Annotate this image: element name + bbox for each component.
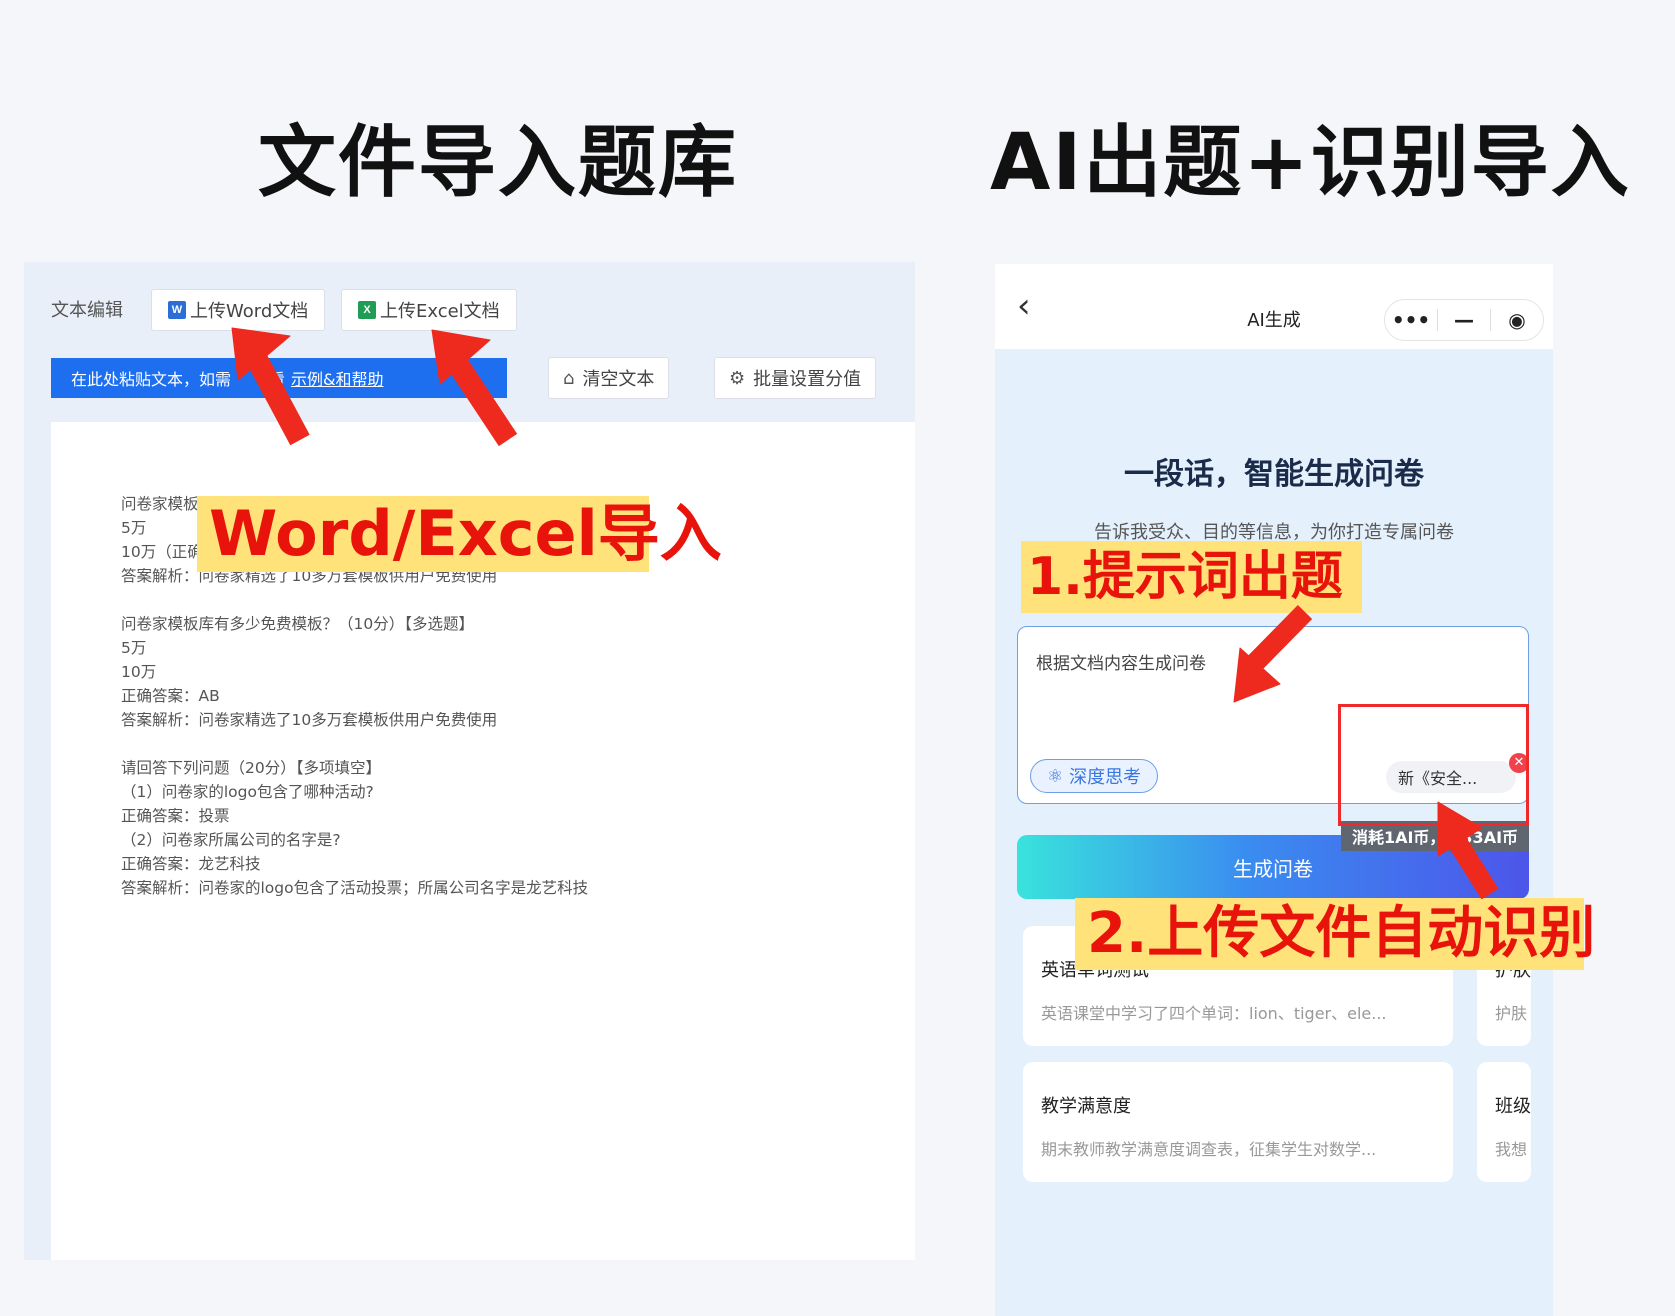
heading-file-import: 文件导入题库 xyxy=(258,118,739,208)
deep-think-label: 深度思考 xyxy=(1069,767,1142,788)
editor-line: 答案解析：问卷家的logo包含了活动投票；所属公司名字是龙艺科技 xyxy=(121,879,589,897)
text-import-panel: 文本编辑 W 上传Word文档 X 上传Excel文档 在此处粘贴文本，如需 看… xyxy=(24,262,915,1260)
close-target-icon[interactable]: ◉ xyxy=(1491,308,1543,332)
editor-line: 正确答案：投票 xyxy=(121,807,230,825)
prompt-generate-callout: 1.提示词出题 xyxy=(1021,541,1362,613)
paste-hint-prefix: 在此处粘贴文本，如需 xyxy=(71,370,232,389)
highlight-rectangle xyxy=(1338,704,1529,826)
capsule-menu: ••• — ◉ xyxy=(1384,299,1544,341)
prompt-text: 根据文档内容生成问卷 xyxy=(1036,654,1206,674)
ai-page-heading: 一段话，智能生成问卷 xyxy=(1124,457,1424,492)
paste-hint-bar: 在此处粘贴文本，如需 看 示例&和帮助 xyxy=(51,358,507,398)
clear-text-button[interactable]: ⌂ 清空文本 xyxy=(548,357,670,399)
editor-line: 问卷家模板 xyxy=(121,495,199,513)
upload-word-button[interactable]: W 上传Word文档 xyxy=(151,289,326,331)
excel-doc-icon: X xyxy=(358,301,376,319)
editor-line: 问卷家模板库有多少免费模板？（10分）【多选题】 xyxy=(121,615,474,633)
editor-line: 10万 xyxy=(121,663,157,681)
atom-icon: ⚛ xyxy=(1047,765,1064,787)
batch-score-button[interactable]: ⚙ 批量设置分值 xyxy=(714,357,877,399)
word-excel-import-callout: Word/Excel导入 xyxy=(197,496,722,572)
upload-excel-button[interactable]: X 上传Excel文档 xyxy=(341,289,517,331)
template-card-desc: 英语课堂中学习了四个单词：lion、tiger、ele... xyxy=(1041,1004,1387,1023)
editor-line: 正确答案：龙艺科技 xyxy=(121,855,261,873)
editor-line: （1）问卷家的logo包含了哪种活动? xyxy=(121,783,374,801)
clear-text-label: 清空文本 xyxy=(582,369,655,390)
template-card-title: 班级 xyxy=(1495,1096,1531,1117)
editor-line: （2）问卷家所属公司的名字是? xyxy=(121,831,341,849)
upload-excel-label: 上传Excel文档 xyxy=(380,301,500,322)
deep-think-toggle[interactable]: ⚛ 深度思考 xyxy=(1030,759,1159,793)
template-card-desc: 期末教师教学满意度调查表，征集学生对数学... xyxy=(1041,1140,1377,1159)
editor-line: 5万 xyxy=(121,519,147,537)
broom-icon: ⌂ xyxy=(563,367,575,389)
editor-line: 5万 xyxy=(121,639,147,657)
editor-line: 正确答案：AB xyxy=(121,687,220,705)
upload-word-label: 上传Word文档 xyxy=(190,301,309,322)
file-recognize-callout: 2.上传文件自动识别 xyxy=(1075,898,1595,970)
template-card-desc: 护肤 xyxy=(1495,1004,1528,1023)
gear-icon: ⚙ xyxy=(729,367,746,389)
template-card[interactable]: 教学满意度 期末教师教学满意度调查表，征集学生对数学... xyxy=(1023,1062,1453,1182)
template-card-title: 教学满意度 xyxy=(1041,1096,1131,1117)
paste-hint-middle: 看 xyxy=(269,370,286,389)
word-doc-icon: W xyxy=(168,301,186,319)
more-dots-icon[interactable]: ••• xyxy=(1385,308,1437,332)
template-card[interactable]: 班级 我想 xyxy=(1477,1062,1531,1182)
batch-score-label: 批量设置分值 xyxy=(753,369,862,390)
mini-program-header: ‹ AI生成 ••• — ◉ xyxy=(995,264,1553,349)
heading-ai-generate: AI出题+识别导入 xyxy=(990,118,1631,208)
editor-line: 请回答下列问题（20分）【多项填空】 xyxy=(121,759,381,777)
help-link[interactable]: 示例&和帮助 xyxy=(291,366,383,390)
editor-line: 10万（正确 xyxy=(121,543,203,561)
text-edit-label: 文本编辑 xyxy=(51,300,123,321)
ai-generate-panel: ‹ AI生成 ••• — ◉ 一段话，智能生成问卷 告诉我受众、目的等信息，为你… xyxy=(995,264,1553,1316)
minimize-icon[interactable]: — xyxy=(1438,308,1490,332)
template-card-desc: 我想 xyxy=(1495,1140,1528,1159)
editor-line: 答案解析：问卷家精选了10多万套模板供用户免费使用 xyxy=(121,711,498,729)
